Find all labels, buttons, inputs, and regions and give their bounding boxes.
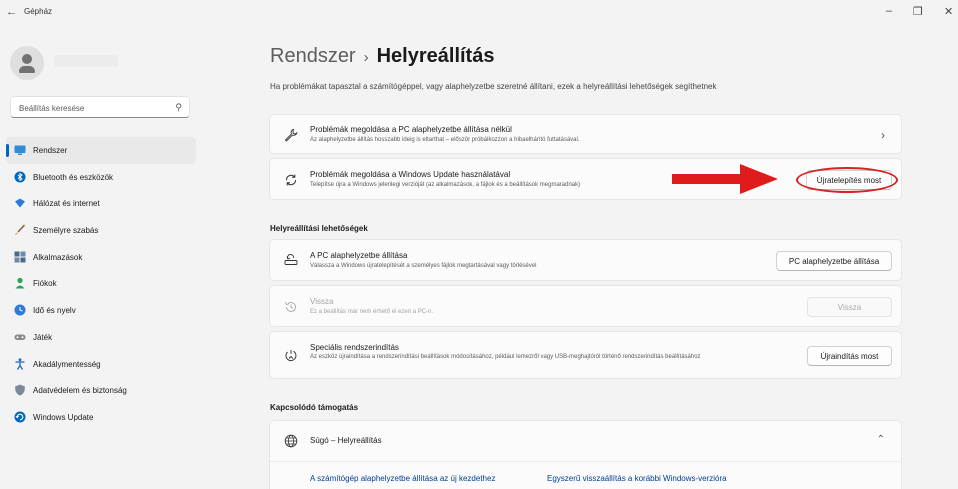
account-icon <box>15 278 25 289</box>
wrench-icon <box>284 128 298 142</box>
wifi-icon <box>15 198 25 208</box>
page-subtitle: Ha problémákat tapasztal a számítógéppel… <box>270 82 717 91</box>
minimize-button[interactable]: – <box>886 5 892 17</box>
advanced-startup-description: Az eszköz újraindítása a rendszerindítás… <box>310 354 701 360</box>
help-recovery-card: Súgó – Helyreállítás ⌃ A számítógép alap… <box>269 420 902 489</box>
sidebar-nav: Rendszer Bluetooth és eszközök Hálózat é… <box>6 137 196 431</box>
sidebar-item-jatek[interactable]: Játék <box>6 324 196 351</box>
person-icon <box>22 54 32 64</box>
user-avatar[interactable] <box>10 46 44 80</box>
related-support-heading: Kapcsolódó támogatás <box>270 403 359 412</box>
sidebar-item-akadalymentesseg[interactable]: Akadálymentesség <box>6 351 196 378</box>
troubleshoot-description: Az alaphelyzetbe állítás hosszabb ideig … <box>310 137 580 143</box>
sidebar-item-bluetooth[interactable]: Bluetooth és eszközök <box>6 164 196 191</box>
globe-clock-icon <box>14 304 26 316</box>
back-arrow-icon[interactable]: ← <box>6 6 17 18</box>
sidebar-item-fiokok[interactable]: Fiókok <box>6 270 196 297</box>
restart-now-button[interactable]: Újraindítás most <box>807 346 892 366</box>
gamepad-icon <box>14 334 26 340</box>
troubleshoot-title: Problémák megoldása a PC alaphelyzetbe á… <box>310 125 512 134</box>
troubleshoot-card[interactable]: Problémák megoldása a PC alaphelyzetbe á… <box>269 114 902 154</box>
breadcrumb-current: Helyreállítás <box>376 45 495 67</box>
go-back-description: Ez a beállítás már nem érhető el ezen a … <box>310 309 434 315</box>
sidebar-item-szemelyre-szabas[interactable]: Személyre szabás <box>6 217 196 244</box>
sidebar-item-halozat[interactable]: Hálózat és internet <box>6 190 196 217</box>
app-title: Gépház <box>24 7 53 16</box>
page-title: Rendszer › Helyreállítás <box>270 45 494 68</box>
reset-pc-description: Válassza a Windows újratelepítését a sze… <box>310 263 537 269</box>
bluetooth-icon <box>14 171 26 183</box>
go-back-button[interactable]: Vissza <box>807 297 892 317</box>
brush-icon <box>15 224 26 236</box>
reset-pc-icon <box>284 253 298 265</box>
windows-update-fix-description: Telepítse újra a Windows jelenlegi verzi… <box>310 182 581 188</box>
support-link-reset-pc[interactable]: A számítógép alaphelyzetbe állítása az ú… <box>310 474 495 483</box>
globe-icon <box>284 434 298 448</box>
update-icon <box>14 411 26 423</box>
reset-pc-title: A PC alaphelyzetbe állítása <box>310 251 408 260</box>
support-link-rollback[interactable]: Egyszerű visszaállítás a korábbi Windows… <box>547 474 727 483</box>
annotation-circle <box>796 167 898 193</box>
help-recovery-title[interactable]: Súgó – Helyreállítás <box>310 436 382 445</box>
settings-search-box[interactable]: ⚲ <box>10 96 190 118</box>
advanced-startup-card: Speciális rendszerindítás Az eszköz újra… <box>269 331 902 379</box>
apps-icon <box>14 251 26 263</box>
reset-pc-button[interactable]: PC alaphelyzetbe állítása <box>776 251 892 271</box>
sidebar-item-adatvedelem[interactable]: Adatvédelem és biztonság <box>6 377 196 404</box>
sidebar-item-ido-es-nyelv[interactable]: Idő és nyelv <box>6 297 196 324</box>
sidebar-item-rendszer[interactable]: Rendszer <box>6 137 196 164</box>
recovery-options-heading: Helyreállítási lehetőségek <box>270 224 368 233</box>
chevron-right-icon[interactable]: › <box>881 128 885 142</box>
reset-pc-card: A PC alaphelyzetbe állítása Válassza a W… <box>269 239 902 281</box>
accessibility-icon <box>15 357 25 370</box>
breadcrumb-parent[interactable]: Rendszer <box>270 45 356 67</box>
shield-icon <box>15 384 25 396</box>
annotation-arrow <box>672 164 778 194</box>
go-back-title: Vissza <box>310 297 334 306</box>
title-bar: ← Gépház – ❐ ✕ <box>0 0 958 26</box>
restore-button[interactable]: ❐ <box>913 5 923 18</box>
search-icon[interactable]: ⚲ <box>175 102 182 113</box>
advanced-startup-icon <box>285 350 297 362</box>
close-button[interactable]: ✕ <box>944 5 953 18</box>
chevron-up-icon[interactable]: ⌃ <box>877 434 885 445</box>
sidebar-item-alkalmazasok[interactable]: Alkalmazások <box>6 244 196 271</box>
advanced-startup-title: Speciális rendszerindítás <box>310 343 399 352</box>
monitor-icon <box>14 145 26 155</box>
sidebar-item-windows-update[interactable]: Windows Update <box>6 404 196 431</box>
user-name-placeholder <box>54 55 118 67</box>
go-back-card: Vissza Ez a beállítás már nem érhető el … <box>269 285 902 327</box>
history-icon <box>285 301 296 312</box>
breadcrumb-separator: › <box>363 49 369 66</box>
search-input[interactable] <box>17 100 171 116</box>
windows-update-fix-title: Problémák megoldása a Windows Update has… <box>310 170 511 179</box>
divider <box>270 461 901 462</box>
refresh-icon <box>285 174 297 186</box>
